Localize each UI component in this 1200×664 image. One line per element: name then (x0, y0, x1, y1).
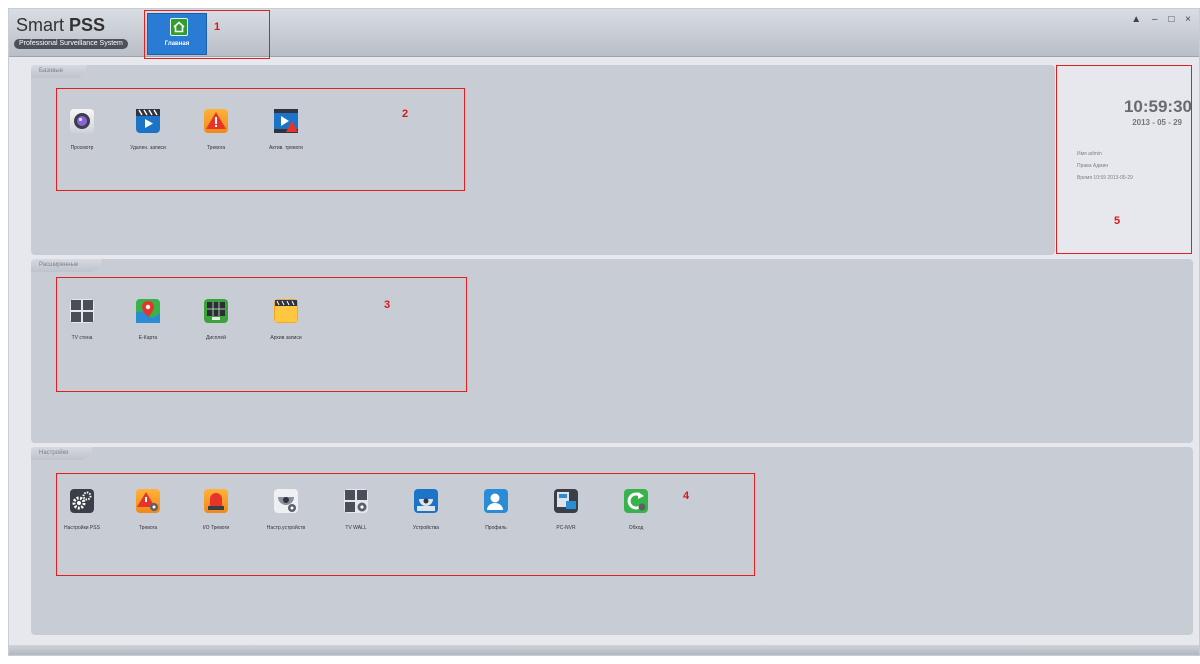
annotation-label-1: 1 (214, 21, 221, 33)
logo-main: Smart (16, 15, 65, 35)
annotation-box-3 (56, 277, 467, 392)
panel-extended-title: Расширенные (31, 259, 103, 272)
panel-basic-title: Базовые (31, 65, 88, 78)
minimize-button[interactable]: – (1152, 14, 1162, 25)
annotation-label-5: 5 (1114, 215, 1121, 227)
annotation-box-1 (144, 10, 270, 59)
annotation-label-2: 2 (402, 108, 409, 120)
lock-icon[interactable]: ▲ (1131, 14, 1145, 25)
annotation-box-2 (56, 88, 465, 191)
annotation-box-5 (1056, 65, 1192, 254)
annotation-label-4: 4 (683, 490, 690, 502)
close-button[interactable]: × (1185, 14, 1195, 25)
status-bar (9, 645, 1199, 655)
panel-settings-title: Настройки (31, 447, 93, 460)
logo-subtitle: Professional Surveillance System (14, 39, 128, 49)
logo: Smart PSS Professional Surveillance Syst… (14, 13, 142, 51)
logo-bold: PSS (69, 15, 106, 35)
window-controls: ▲ – □ × (1131, 14, 1195, 25)
logo-text: Smart PSS (16, 15, 105, 36)
maximize-button[interactable]: □ (1168, 14, 1178, 25)
annotation-box-4 (56, 473, 755, 576)
annotation-label-3: 3 (384, 299, 391, 311)
